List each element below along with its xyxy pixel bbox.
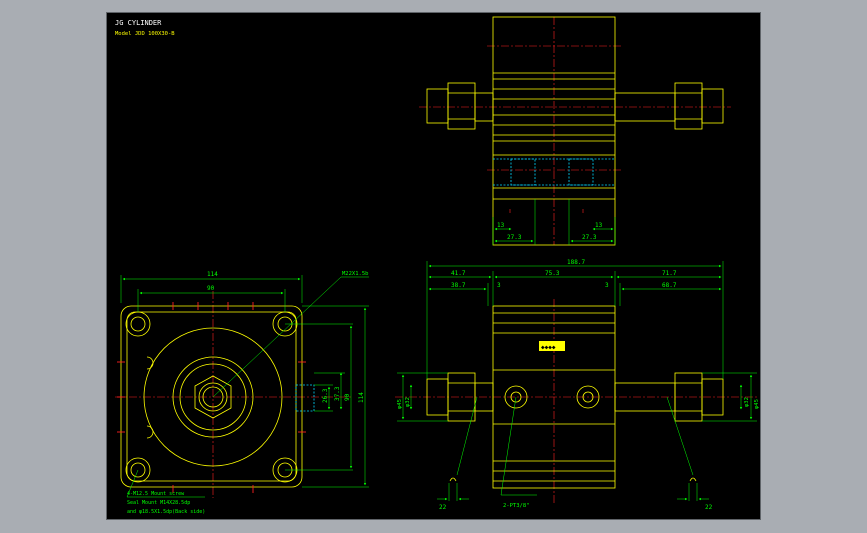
front-view-body (120, 305, 303, 488)
front-view (115, 291, 351, 498)
side-dim-right2: 68.7 (662, 282, 677, 289)
side-dim-left-dia2: φ32 (405, 397, 411, 407)
front-dim-37: 37.3 (334, 386, 341, 401)
front-view-dimensions (120, 275, 369, 498)
side-dim-overall: 188.7 (567, 259, 585, 266)
side-dim-bot-right: 22 (705, 504, 713, 511)
top-dim-13-right: 13 (595, 222, 603, 229)
front-note-3: and φ18.5X1.5dp(Back side) (127, 509, 205, 515)
front-dim-thread: M22X1.5b (342, 271, 369, 277)
cad-drawing: JG CYLINDER Model JDD 100X30-B 13 13 27.… (115, 16, 760, 515)
top-dim-27-left: 27.3 (507, 234, 522, 241)
drawing-canvas[interactable]: JG CYLINDER Model JDD 100X30-B 13 13 27.… (106, 12, 761, 520)
side-dim-port: 2-PT3/8" (503, 503, 530, 509)
top-dim-27-right: 27.3 (582, 234, 597, 241)
side-dim-left2: 38.7 (451, 282, 466, 289)
side-dim-left-dia: φ45 (397, 399, 403, 409)
front-dim-90v: 90 (344, 393, 351, 401)
top-dim-13-left: 13 (497, 222, 505, 229)
side-dim-left: 41.7 (451, 270, 466, 277)
side-dim-gap-right: 3 (605, 282, 609, 289)
drawing-model: Model JDD 100X30-B (115, 31, 175, 37)
front-dim-114v: 114 (358, 392, 365, 403)
side-dim-gap-left: 3 (497, 282, 501, 289)
side-stamp-text: ◆◆◆◆ (541, 344, 556, 351)
front-dim-114: 114 (207, 271, 218, 278)
side-view-leader-arrows (449, 477, 697, 482)
top-view (419, 16, 731, 246)
side-dim-right-dia2: φ32 (744, 397, 750, 407)
side-dim-middle: 75.3 (545, 270, 560, 277)
front-dim-26: 26.3 (322, 388, 329, 403)
drawing-title: JG CYLINDER (115, 19, 162, 27)
side-dim-bot-left: 22 (439, 504, 447, 511)
front-dim-90: 90 (207, 285, 215, 292)
side-view-dimensions (397, 261, 757, 501)
side-dim-right: 71.7 (662, 270, 677, 277)
side-view (395, 299, 757, 503)
front-note-1: 4-M12.5 Mount screw (127, 491, 185, 497)
front-view-red-marks (117, 302, 306, 493)
front-note-2: Seal Mount M14X28.5dp (127, 500, 190, 506)
side-view-stamp: ◆◆◆◆ (539, 341, 565, 351)
side-dim-right-dia: φ45 (754, 399, 760, 409)
